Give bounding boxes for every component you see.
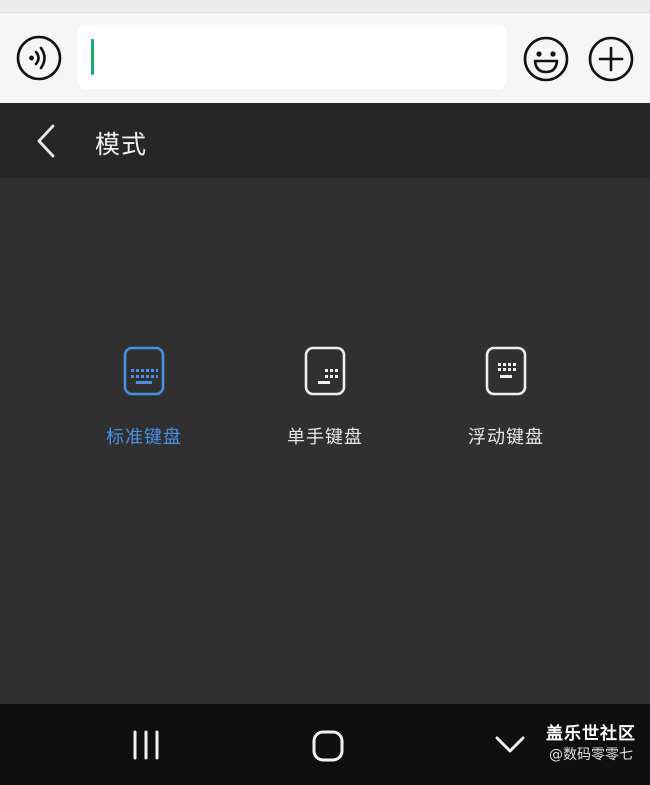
watermark-title: 盖乐世社区 xyxy=(546,724,636,744)
chevron-left-icon[interactable] xyxy=(28,121,64,161)
floating-keyboard-icon xyxy=(485,346,527,396)
chat-input-bar xyxy=(0,13,650,103)
message-input[interactable] xyxy=(78,25,506,89)
watermark-author: @数码零零七 xyxy=(549,747,633,763)
watermark: 盖乐世社区 @数码零零七 xyxy=(536,723,646,765)
mode-standard-keyboard[interactable]: 标准键盘 xyxy=(74,344,214,454)
recents-icon[interactable] xyxy=(128,728,164,762)
voice-wave-icon[interactable] xyxy=(16,35,62,81)
chevron-down-icon[interactable] xyxy=(492,730,528,760)
system-navigation-bar: 盖乐世社区 @数码零零七 xyxy=(0,704,650,785)
home-icon[interactable] xyxy=(307,726,349,766)
page-title: 模式 xyxy=(95,130,148,159)
text-cursor xyxy=(91,39,94,75)
mode-selection-panel: 标准键盘 单手键盘 浮动键盘 xyxy=(0,178,650,704)
mode-one-handed-keyboard[interactable]: 单手键盘 xyxy=(255,344,395,454)
mode-floating-keyboard[interactable]: 浮动键盘 xyxy=(436,344,576,454)
status-strip xyxy=(0,0,650,13)
plus-circle-icon[interactable] xyxy=(587,35,635,83)
one-handed-keyboard-icon xyxy=(304,346,346,396)
page-header: 模式 xyxy=(0,103,650,178)
mode-label: 单手键盘 xyxy=(287,427,363,448)
smiley-icon[interactable] xyxy=(522,35,570,83)
mode-label: 浮动键盘 xyxy=(468,427,544,448)
standard-keyboard-icon xyxy=(123,346,165,396)
mode-label: 标准键盘 xyxy=(106,427,182,448)
